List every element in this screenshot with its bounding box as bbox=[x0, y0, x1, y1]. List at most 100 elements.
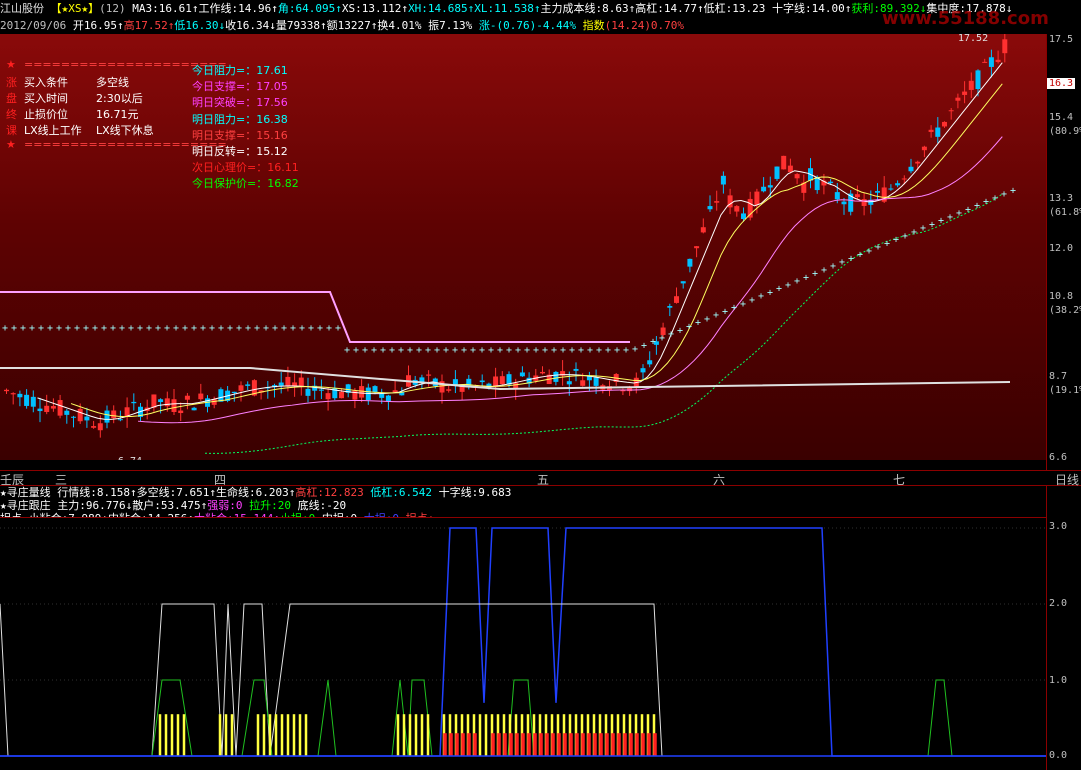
plus-mark: + bbox=[20, 323, 26, 334]
candle-body bbox=[553, 371, 559, 382]
plus-mark: + bbox=[155, 323, 161, 334]
plus-mark: + bbox=[470, 345, 476, 356]
indicator-value: ★寻庄量线 bbox=[0, 486, 58, 499]
candle-body bbox=[111, 410, 117, 419]
header-field: 振7.13% bbox=[421, 19, 473, 32]
indicator-panel[interactable] bbox=[0, 517, 1046, 765]
info-value: 16.71元 bbox=[96, 108, 139, 121]
plus-mark: + bbox=[38, 323, 44, 334]
header-field: 开16.95↑ bbox=[72, 19, 124, 32]
plus-mark: + bbox=[965, 204, 971, 215]
plus-mark: + bbox=[488, 345, 494, 356]
candle-body bbox=[305, 388, 311, 396]
plus-mark: + bbox=[1001, 189, 1007, 200]
candle-body bbox=[24, 394, 30, 406]
star-icon: ★ bbox=[6, 58, 16, 71]
side-char: 终 bbox=[6, 108, 17, 121]
candle-body bbox=[171, 399, 177, 413]
plus-mark: + bbox=[992, 193, 998, 204]
candle-body bbox=[714, 201, 720, 203]
candle-body bbox=[942, 121, 947, 127]
header-field: 额13227↑ bbox=[326, 19, 378, 32]
plus-mark: + bbox=[668, 329, 674, 340]
plus-mark: + bbox=[479, 345, 485, 356]
high-price-mark: 17.52 bbox=[958, 34, 988, 44]
plus-mark: + bbox=[110, 323, 116, 334]
price-level-label: 明日反转=：15.12 bbox=[192, 145, 288, 158]
plus-mark: + bbox=[731, 303, 737, 314]
candle-body bbox=[647, 360, 653, 365]
candle-body bbox=[915, 161, 921, 164]
header-field: (12) bbox=[99, 2, 133, 15]
main-kline-panel[interactable]: + + + + + + + + + + + + + + + + + + + + + + + + + + + + + + + + + + + + + + + +… bbox=[0, 30, 1046, 467]
plus-mark: + bbox=[344, 345, 350, 356]
plus-mark: + bbox=[245, 323, 251, 334]
side-char: 盘 bbox=[6, 92, 17, 105]
indicator-line-volume: ★寻庄量线 行情线:8.158↑多空线:7.651↑生命线:6.203↑高杠:1… bbox=[0, 486, 1046, 500]
candle-body bbox=[988, 57, 994, 67]
header-field: 高杠:14.77↑ bbox=[635, 2, 704, 15]
candle-body bbox=[593, 377, 599, 386]
header-field: 换4.01% bbox=[377, 19, 422, 32]
candle-body bbox=[17, 393, 23, 398]
plus-mark: + bbox=[461, 345, 467, 356]
candle-body bbox=[164, 398, 170, 407]
indicator-value: 强弱:0 bbox=[207, 499, 250, 512]
candle-body bbox=[218, 389, 224, 402]
side-char: 涨 bbox=[6, 76, 17, 89]
plus-mark: + bbox=[947, 212, 953, 223]
header-field: 角:64.095↑ bbox=[277, 2, 342, 15]
price-level-label: 明日突破=：17.56 bbox=[192, 96, 288, 110]
plus-mark: + bbox=[785, 280, 791, 291]
candle-body bbox=[761, 186, 767, 192]
candle-body bbox=[64, 410, 70, 415]
candle-body bbox=[774, 166, 780, 179]
header-field: 主力成本线:8.63↑ bbox=[540, 2, 636, 15]
candle-body bbox=[734, 206, 740, 212]
candle-body bbox=[901, 178, 907, 180]
candle-body bbox=[875, 191, 880, 193]
candle-body bbox=[895, 183, 901, 186]
plus-mark: + bbox=[407, 345, 413, 356]
header-field: 高17.52↑ bbox=[123, 19, 175, 32]
plus-mark: + bbox=[740, 299, 746, 310]
plus-mark: + bbox=[173, 323, 179, 334]
indicator-value: ★寻庄跟庄 bbox=[0, 499, 58, 512]
plus-mark: + bbox=[128, 323, 134, 334]
candle-body bbox=[30, 396, 36, 407]
plus-mark: + bbox=[191, 323, 197, 334]
plus-mark: + bbox=[209, 323, 215, 334]
plus-mark: + bbox=[929, 219, 935, 230]
candle-body bbox=[962, 91, 968, 95]
plus-mark: + bbox=[353, 345, 359, 356]
candle-body bbox=[935, 127, 941, 137]
indicator-value: 低杠:6.542 bbox=[370, 486, 439, 499]
plus-mark: + bbox=[92, 323, 98, 334]
candle-body bbox=[580, 380, 586, 386]
indicator-value: 高杠:12.823 bbox=[295, 486, 371, 499]
candle-body bbox=[513, 382, 519, 389]
candle-body bbox=[245, 384, 251, 386]
plus-mark: + bbox=[560, 345, 566, 356]
date-label: 日线 bbox=[1055, 473, 1080, 487]
candle-body bbox=[97, 423, 103, 431]
header-field: MA3:16.61↑ bbox=[132, 2, 199, 15]
ma-line-green-dotted bbox=[204, 193, 1003, 454]
plus-mark: + bbox=[371, 345, 377, 356]
plus-mark: + bbox=[65, 323, 71, 334]
candle-body bbox=[694, 246, 700, 249]
candle-body bbox=[298, 377, 304, 387]
price-axis: 17.5 16.3 15.4 (80.9%) 13.3 (61.8%) 12.0 10.8 (3… bbox=[1046, 34, 1081, 770]
plus-mark: + bbox=[290, 323, 296, 334]
info-row: 涨买入条件 多空线 bbox=[6, 74, 129, 90]
plus-mark: + bbox=[650, 337, 656, 348]
date-axis: 壬辰三四五六七日线 bbox=[0, 470, 1081, 487]
plus-mark: + bbox=[812, 269, 818, 280]
candle-body bbox=[519, 372, 525, 377]
header-field: 收16.34↓ bbox=[225, 19, 276, 32]
info-row: 终止损价位 16.71元 bbox=[6, 106, 139, 122]
plus-mark: + bbox=[686, 321, 692, 332]
plus-mark: + bbox=[542, 345, 548, 356]
y-tick-label: 13.3 bbox=[1049, 193, 1074, 204]
plus-mark: + bbox=[218, 323, 224, 334]
